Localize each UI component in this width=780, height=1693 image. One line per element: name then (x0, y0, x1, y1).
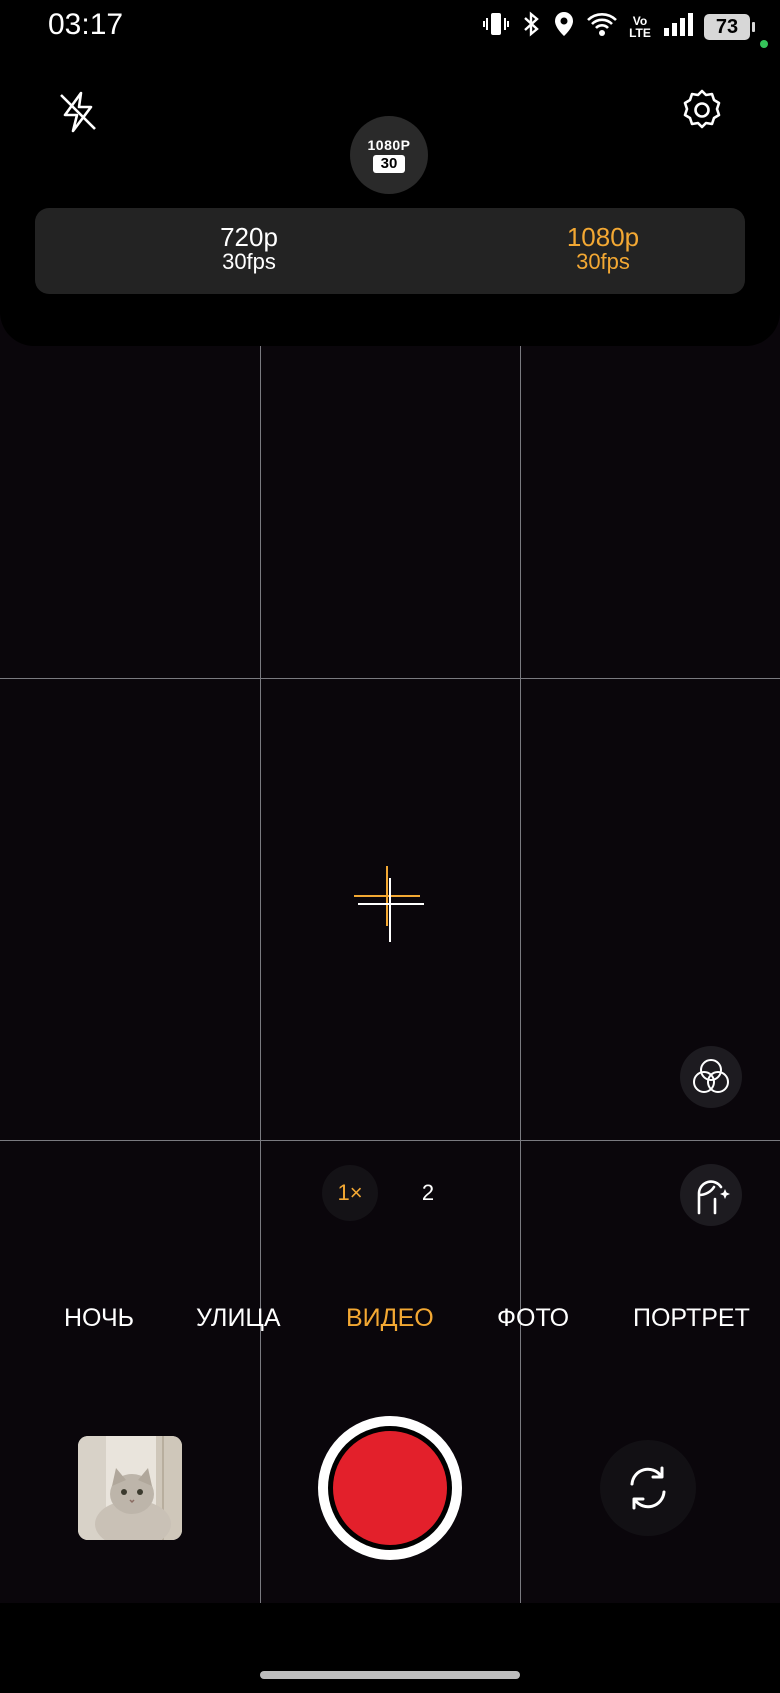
grid-line-horizontal (0, 678, 780, 679)
mode-night[interactable]: НОЧЬ (64, 1304, 134, 1333)
top-panel: 1080P 30 720p 30fps 1080p 30fps (0, 56, 780, 346)
fps-badge-label: 30 (372, 155, 406, 173)
mode-video[interactable]: ВИДЕО (346, 1304, 434, 1333)
record-button[interactable] (318, 1416, 462, 1560)
record-icon (333, 1431, 447, 1545)
home-gesture-handle[interactable] (260, 1671, 520, 1679)
bluetooth-icon (520, 10, 542, 43)
resolution-option-720p[interactable]: 720p 30fps (195, 224, 303, 274)
switch-camera-icon (630, 1466, 666, 1510)
settings-gear-icon[interactable] (676, 84, 728, 136)
grid-line-vertical (520, 346, 521, 1603)
privacy-indicator (760, 40, 768, 48)
volte-icon: Vo LTE (629, 13, 651, 40)
grid-line-vertical (260, 346, 261, 1603)
status-bar: 03:17 Vo LTE 73 (0, 0, 780, 56)
zoom-option-2x[interactable]: 2 (400, 1165, 456, 1221)
gallery-thumbnail[interactable] (78, 1436, 182, 1540)
switch-camera-button[interactable] (600, 1440, 696, 1536)
mode-photo[interactable]: ФОТО (497, 1304, 569, 1333)
resolution-selector: 720p 30fps 1080p 30fps (35, 208, 745, 294)
navigation-bar (0, 1603, 780, 1693)
flash-off-icon[interactable] (52, 86, 104, 138)
beauty-retouch-icon[interactable] (680, 1164, 742, 1226)
record-button-ring (328, 1426, 452, 1550)
resolution-badge-label: 1080P (367, 137, 411, 153)
level-crosshair-icon (354, 866, 424, 947)
status-time: 03:17 (48, 8, 124, 41)
resolution-option-fps: 30fps (576, 249, 630, 274)
resolution-badge[interactable]: 1080P 30 (350, 116, 428, 194)
mode-street[interactable]: УЛИЦА (196, 1304, 281, 1333)
mode-selector: НОЧЬ УЛИЦА ВИДЕО ФОТО ПОРТРЕТ (0, 1304, 780, 1340)
grid-line-horizontal (0, 1140, 780, 1141)
filters-icon[interactable] (680, 1046, 742, 1108)
location-icon (552, 10, 576, 43)
resolution-option-1080p[interactable]: 1080p 30fps (545, 224, 661, 274)
wifi-icon (586, 10, 618, 43)
cat-photo-thumbnail-image (78, 1436, 182, 1540)
vibrate-icon (482, 10, 510, 43)
signal-icon (662, 10, 694, 43)
status-icons: Vo LTE 73 (482, 10, 755, 43)
mode-portrait[interactable]: ПОРТРЕТ (633, 1304, 750, 1333)
resolution-option-label: 720p (220, 222, 278, 252)
camera-viewfinder[interactable] (0, 346, 780, 1603)
resolution-option-label: 1080p (566, 222, 640, 252)
resolution-option-fps: 30fps (222, 249, 276, 274)
battery-icon: 73 (704, 13, 755, 40)
zoom-option-1x[interactable]: 1× (322, 1165, 378, 1221)
